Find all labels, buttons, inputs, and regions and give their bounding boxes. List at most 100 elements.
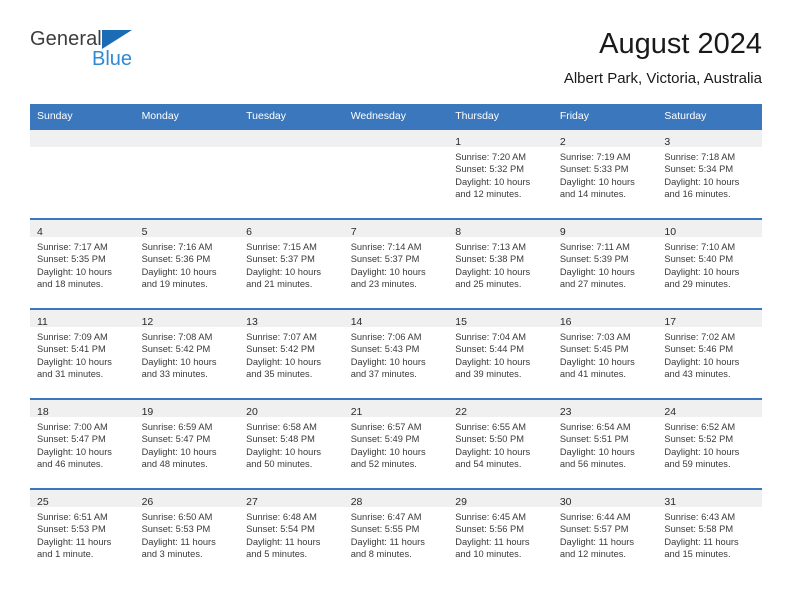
daylight-text-line2: and 16 minutes. [664,189,731,200]
calendar-day-cell[interactable]: 10 Sunrise: 7:10 AM Sunset: 5:40 PM Dayligh… [657,218,762,309]
calendar-day-cell[interactable]: 19 Sunrise: 6:59 AM Sunset: 5:47 PM Dayligh… [134,398,240,489]
sunset-text: Sunset: 5:56 PM [455,524,524,535]
weekday-header-thursday: Thursday [448,104,553,129]
weekday-header-saturday: Saturday [657,104,762,129]
daylight-text-line2: and 41 minutes. [559,369,626,380]
daylight-text-line2: and 12 minutes. [455,189,522,200]
calendar-day-cell[interactable]: 8 Sunrise: 7:13 AM Sunset: 5:38 PM Daylight… [448,218,553,309]
day-number: 5 [141,226,148,238]
sunset-text: Sunset: 5:54 PM [246,524,315,535]
day-details: Sunrise: 6:47 AM Sunset: 5:55 PM Daylight:… [344,507,449,561]
daylight-text-line2: and 23 minutes. [350,279,417,290]
daylight-text-line2: and 25 minutes. [455,279,522,290]
daylight-text-line2: and 15 minutes. [664,549,731,560]
day-details: Sunrise: 7:00 AM Sunset: 5:47 PM Daylight:… [30,417,135,471]
day-number: 3 [664,136,671,148]
daylight-text-line1: Daylight: 10 hours [37,446,112,457]
daylight-text-line2: and 10 minutes. [455,549,522,560]
brand-logo[interactable]: General Blue [30,28,260,70]
sunrise-text: Sunrise: 7:02 AM [664,332,736,342]
daylight-text-line2: and 54 minutes. [455,459,522,470]
calendar-day-cell[interactable]: 18 Sunrise: 7:00 AM Sunset: 5:47 PM Dayligh… [30,398,135,489]
daylight-text-line1: Daylight: 11 hours [559,536,635,547]
calendar-day-cell[interactable]: 28 Sunrise: 6:47 AM Sunset: 5:55 PM Dayligh… [343,488,449,578]
calendar-day-cell[interactable]: 25 Sunrise: 6:51 AM Sunset: 5:53 PM Dayligh… [30,488,135,578]
daylight-text-line1: Daylight: 10 hours [455,266,531,277]
day-number: 8 [455,226,462,238]
day-number-band: 16 [552,310,658,328]
sunrise-text: Sunrise: 6:47 AM [350,512,422,522]
day-details: Sunrise: 6:44 AM Sunset: 5:57 PM Daylight:… [553,507,658,561]
day-number-band: 5 [134,220,240,238]
calendar-day-cell[interactable]: 26 Sunrise: 6:50 AM Sunset: 5:53 PM Dayligh… [134,488,240,578]
page-subtitle: Albert Park, Victoria, Australia [563,70,762,87]
day-number: 24 [664,406,677,418]
calendar-body: 1 Sunrise: 7:20 AM Sunset: 5:32 PM Daylight… [30,128,762,578]
day-details: Sunrise: 7:06 AM Sunset: 5:43 PM Daylight:… [344,327,449,381]
calendar-day-cell[interactable]: 23 Sunrise: 6:54 AM Sunset: 5:51 PM Dayligh… [552,398,658,489]
sunset-text: Sunset: 5:37 PM [246,254,315,265]
weekday-header-sunday: Sunday [30,104,135,129]
daylight-text-line2: and 50 minutes. [246,459,313,470]
daylight-text-line2: and 8 minutes. [350,549,412,560]
calendar-day-cell[interactable]: 27 Sunrise: 6:48 AM Sunset: 5:54 PM Dayligh… [239,488,344,578]
day-number: 12 [141,316,154,328]
daylight-text-line2: and 19 minutes. [141,279,208,290]
calendar-day-cell[interactable]: 12 Sunrise: 7:08 AM Sunset: 5:42 PM Dayligh… [134,308,240,399]
daylight-text-line1: Daylight: 10 hours [350,356,426,367]
calendar-day-cell[interactable]: 16 Sunrise: 7:03 AM Sunset: 5:45 PM Dayligh… [552,308,658,399]
calendar-day-cell[interactable]: 4 Sunrise: 7:17 AM Sunset: 5:35 PM Daylight… [30,218,135,309]
calendar-day-cell[interactable]: 1 Sunrise: 7:20 AM Sunset: 5:32 PM Daylight… [448,128,553,219]
day-number-band: 17 [657,310,762,328]
calendar-day-cell[interactable]: 2 Sunrise: 7:19 AM Sunset: 5:33 PM Daylight… [552,128,658,219]
sunset-text: Sunset: 5:34 PM [664,164,734,175]
sunset-text: Sunset: 5:41 PM [37,344,106,355]
calendar-day-cell[interactable]: 5 Sunrise: 7:16 AM Sunset: 5:36 PM Daylight… [134,218,240,309]
daylight-text-line1: Daylight: 10 hours [559,446,635,457]
calendar-day-cell[interactable]: 3 Sunrise: 7:18 AM Sunset: 5:34 PM Daylight… [657,128,762,219]
daylight-text-line2: and 3 minutes. [141,549,203,560]
calendar-day-cell[interactable]: 6 Sunrise: 7:15 AM Sunset: 5:37 PM Daylight… [239,218,344,309]
day-details: Sunrise: 7:19 AM Sunset: 5:33 PM Daylight:… [553,147,658,201]
calendar-day-cell[interactable]: 24 Sunrise: 6:52 AM Sunset: 5:52 PM Dayligh… [657,398,762,489]
calendar-day-cell[interactable]: 17 Sunrise: 7:02 AM Sunset: 5:46 PM Dayligh… [657,308,762,399]
daylight-text-line1: Daylight: 11 hours [37,536,112,547]
calendar-day-cell[interactable]: 31 Sunrise: 6:43 AM Sunset: 5:58 PM Dayligh… [657,488,762,578]
day-number: 6 [246,226,252,238]
daylight-text-line1: Daylight: 10 hours [350,266,426,277]
calendar-day-cell[interactable]: 9 Sunrise: 7:11 AM Sunset: 5:39 PM Daylight… [552,218,658,309]
sunrise-text: Sunrise: 7:13 AM [455,242,527,252]
calendar-day-cell[interactable]: 22 Sunrise: 6:55 AM Sunset: 5:50 PM Dayligh… [448,398,553,489]
day-number: 4 [37,226,43,238]
sunset-text: Sunset: 5:58 PM [664,524,734,535]
daylight-text-line1: Daylight: 10 hours [455,356,531,367]
sunrise-text: Sunrise: 7:06 AM [350,332,422,342]
calendar-day-cell[interactable]: 14 Sunrise: 7:06 AM Sunset: 5:43 PM Dayligh… [343,308,449,399]
day-details: Sunrise: 6:57 AM Sunset: 5:49 PM Daylight:… [344,417,449,471]
daylight-text-line1: Daylight: 11 hours [455,536,530,547]
calendar-week-row: 25 Sunrise: 6:51 AM Sunset: 5:53 PM Dayligh… [30,488,762,578]
sunrise-text: Sunrise: 7:15 AM [246,242,317,252]
daylight-text-line2: and 43 minutes. [664,369,731,380]
day-number-band: 4 [30,220,135,238]
daylight-text-line2: and 46 minutes. [37,459,104,470]
day-number-band: 21 [343,400,449,418]
calendar-day-cell[interactable]: 15 Sunrise: 7:04 AM Sunset: 5:44 PM Dayligh… [448,308,553,399]
daylight-text-line1: Daylight: 10 hours [664,446,740,457]
daylight-text-line1: Daylight: 11 hours [350,536,425,547]
calendar-day-cell[interactable]: 13 Sunrise: 7:07 AM Sunset: 5:42 PM Dayligh… [239,308,344,399]
calendar-day-cell[interactable]: 29 Sunrise: 6:45 AM Sunset: 5:56 PM Dayligh… [448,488,553,578]
sunrise-text: Sunrise: 6:57 AM [350,422,422,432]
calendar-day-cell[interactable]: 20 Sunrise: 6:58 AM Sunset: 5:48 PM Dayligh… [239,398,344,489]
day-details: Sunrise: 6:55 AM Sunset: 5:50 PM Daylight:… [448,417,553,471]
sunrise-text: Sunrise: 6:44 AM [559,512,631,522]
sunrise-text: Sunrise: 7:11 AM [559,242,630,252]
day-number-band: 12 [134,310,240,328]
day-details: Sunrise: 7:20 AM Sunset: 5:32 PM Daylight:… [448,147,553,201]
calendar-day-cell[interactable]: 11 Sunrise: 7:09 AM Sunset: 5:41 PM Dayligh… [30,308,135,399]
calendar-day-cell[interactable]: 7 Sunrise: 7:14 AM Sunset: 5:37 PM Daylight… [343,218,449,309]
calendar-day-cell[interactable]: 21 Sunrise: 6:57 AM Sunset: 5:49 PM Dayligh… [343,398,449,489]
brand-logo-top-row: General [30,28,260,50]
daylight-text-line1: Daylight: 10 hours [455,176,531,187]
calendar-day-cell[interactable]: 30 Sunrise: 6:44 AM Sunset: 5:57 PM Dayligh… [552,488,658,578]
